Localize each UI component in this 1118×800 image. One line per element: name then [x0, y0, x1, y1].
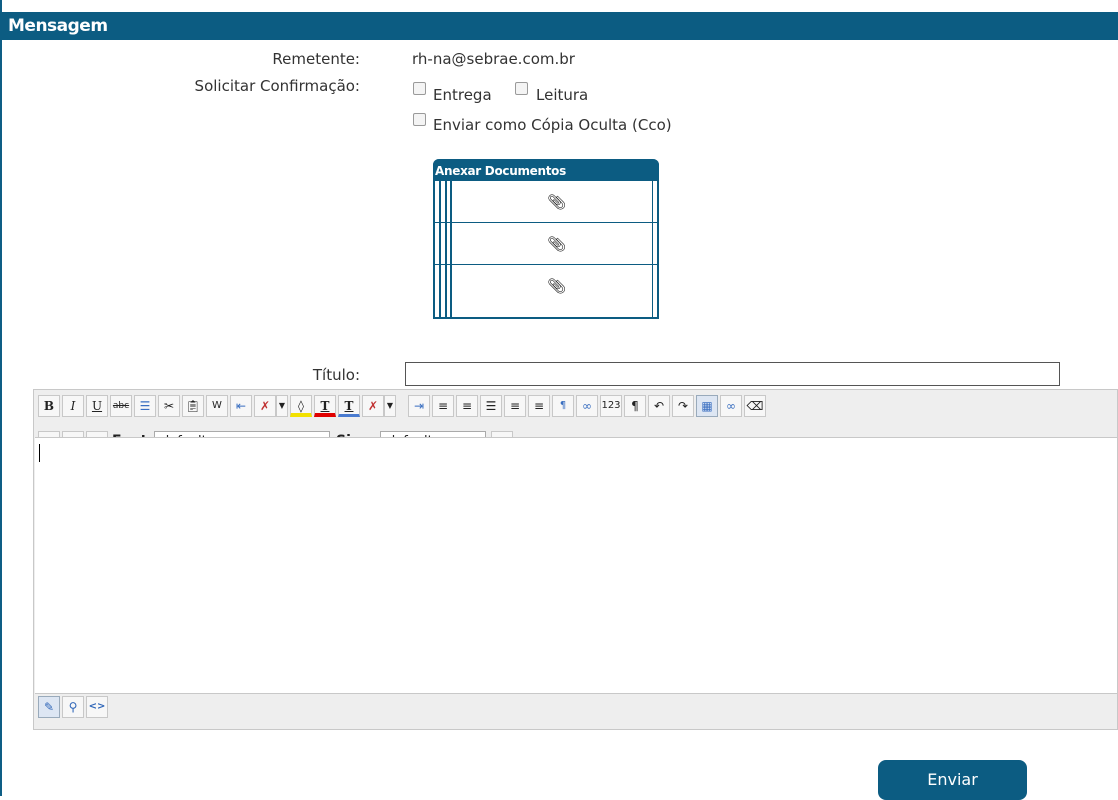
remetente-label: Remetente: — [272, 50, 360, 68]
bold-icon[interactable]: B — [38, 395, 60, 417]
numbered-list-icon[interactable]: 123 — [600, 395, 622, 417]
table-icon[interactable]: ▦ — [696, 395, 718, 417]
dropdown-arrow-icon[interactable]: ▼ — [384, 395, 396, 417]
rich-text-editor: B I U abc ☰ ✂ 📋︎ W ⇤ ✗ ▼ ◊ T T ✗ ▼ ⇥ ≡ ≡… — [33, 389, 1118, 730]
attachment-row: 📎︎ — [435, 223, 657, 265]
attach-icon[interactable]: 📎︎ — [547, 235, 566, 253]
remove-format-icon[interactable]: ✗ — [254, 395, 276, 417]
anexar-documentos-panel: Anexar Documentos 📎︎ 📎︎ 📎︎ — [433, 159, 659, 319]
enviar-button[interactable]: Enviar — [878, 760, 1027, 800]
strikethrough-icon[interactable]: abc — [110, 395, 132, 417]
design-mode-icon[interactable]: ✎ — [38, 696, 60, 718]
italic-icon[interactable]: I — [62, 395, 84, 417]
html-mode-icon[interactable]: <> — [86, 696, 108, 718]
align-right-icon[interactable]: ≡ — [528, 395, 550, 417]
horizontal-rule-icon[interactable]: ≡ — [432, 395, 454, 417]
preview-mode-icon[interactable]: ⚲ — [62, 696, 84, 718]
attachment-row: 📎︎ — [435, 181, 657, 223]
entrega-checkbox[interactable] — [413, 82, 426, 95]
link-icon[interactable]: ∞ — [576, 395, 598, 417]
attach-icon[interactable]: 📎︎ — [547, 277, 566, 295]
cco-label: Enviar como Cópia Oculta (Cco) — [433, 116, 672, 134]
paste-word-icon[interactable]: W — [206, 395, 228, 417]
underline-icon[interactable]: U — [86, 395, 108, 417]
align-justify-icon[interactable]: ☰ — [480, 395, 502, 417]
clear-color-icon[interactable]: ✗ — [362, 395, 384, 417]
paste-icon[interactable]: 📋︎ — [182, 395, 204, 417]
ltr-icon[interactable]: ¶ — [552, 395, 574, 417]
bullet-list-icon[interactable]: ☰ — [134, 395, 156, 417]
cco-checkbox[interactable] — [413, 113, 426, 126]
unlink-icon[interactable]: ∞ — [720, 395, 742, 417]
highlight-color-icon[interactable]: ◊ — [290, 395, 312, 417]
align-center-icon[interactable]: ≡ — [456, 395, 478, 417]
indent-icon[interactable]: ⇥ — [408, 395, 430, 417]
anexar-documentos-title: Anexar Documentos — [433, 159, 659, 181]
redo-icon[interactable]: ↷ — [672, 395, 694, 417]
attach-icon[interactable]: 📎︎ — [547, 193, 566, 211]
paragraph-icon[interactable]: ¶ — [624, 395, 646, 417]
leitura-label: Leitura — [536, 86, 589, 104]
text-underline-color-icon[interactable]: T — [338, 395, 360, 417]
remetente-value: rh-na@sebrae.com.br — [412, 50, 575, 68]
titulo-label: Título: — [312, 366, 360, 384]
editor-content-area[interactable] — [35, 437, 1117, 694]
entrega-label: Entrega — [433, 86, 492, 104]
eraser-icon[interactable]: ⌫ — [744, 395, 766, 417]
confirmacao-label: Solicitar Confirmação: — [194, 77, 360, 95]
attachment-row: 📎︎ — [435, 265, 657, 307]
align-left-icon[interactable]: ≡ — [504, 395, 526, 417]
outdent-icon[interactable]: ⇤ — [230, 395, 252, 417]
undo-icon[interactable]: ↶ — [648, 395, 670, 417]
page-title: Mensagem — [0, 12, 1118, 40]
dropdown-arrow-icon[interactable]: ▼ — [276, 395, 288, 417]
font-color-icon[interactable]: T — [314, 395, 336, 417]
leitura-checkbox[interactable] — [515, 82, 528, 95]
text-caret — [39, 444, 40, 462]
cut-icon[interactable]: ✂ — [158, 395, 180, 417]
titulo-input[interactable] — [405, 362, 1060, 386]
